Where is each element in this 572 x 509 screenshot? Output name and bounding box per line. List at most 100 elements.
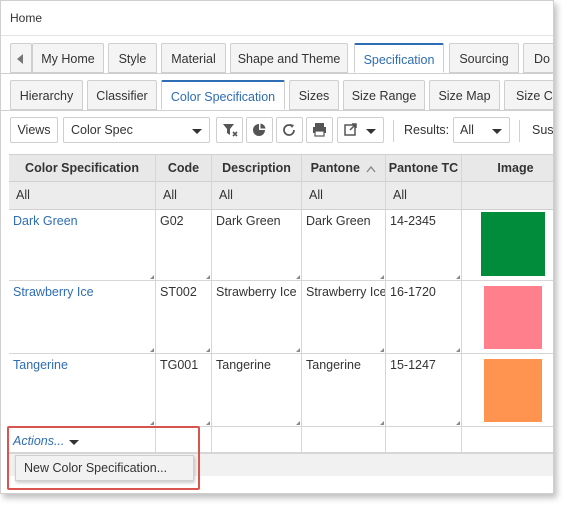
subtab-classifier[interactable]: Classifier <box>87 80 157 110</box>
table-row[interactable]: Tangerine TG001 Tangerine Tangerine 15-1… <box>9 354 553 427</box>
resize-handle-icon <box>150 421 154 425</box>
column-header-label: Description <box>222 161 291 175</box>
resize-handle-icon <box>456 348 460 352</box>
resize-handle-icon <box>296 421 300 425</box>
image-cell <box>462 210 553 280</box>
tab-my-home[interactable]: My Home <box>32 43 104 73</box>
resize-handle-icon <box>380 421 384 425</box>
color-swatch[interactable] <box>484 359 542 422</box>
column-header-pantone-tc[interactable]: Pantone TC <box>386 155 462 182</box>
results-value: All <box>460 123 474 137</box>
annotation-highlight-box <box>7 426 200 490</box>
resize-handle-icon <box>456 421 460 425</box>
cell-text: Dark Green <box>13 214 78 228</box>
color-swatch[interactable] <box>481 212 545 276</box>
resize-handle-icon <box>296 348 300 352</box>
pantone-tc-cell: 14-2345 <box>386 210 462 280</box>
cell-text: TG001 <box>160 358 199 372</box>
grid-toolbar: Views Color Spec Results: All Sus <box>1 117 553 147</box>
subtab-hierarchy[interactable]: Hierarchy <box>10 80 83 110</box>
export-button[interactable] <box>337 117 384 143</box>
chart-button[interactable] <box>246 117 273 143</box>
subtab-color-specification[interactable]: Color Specification <box>161 80 285 110</box>
tab-label: Sizes <box>298 89 330 103</box>
views-button[interactable]: Views <box>10 117 58 143</box>
tab-label: Shape and Theme <box>237 52 341 66</box>
description-cell: Tangerine <box>212 354 302 426</box>
cell-text: Tangerine <box>216 358 271 372</box>
tab-label: Sourcing <box>459 52 509 66</box>
tab-material[interactable]: Material <box>161 43 226 73</box>
cell-text: Dark Green <box>306 214 371 228</box>
filter-pantone[interactable]: All <box>302 182 386 209</box>
subtab-truncated[interactable]: Size C <box>504 80 553 110</box>
refresh-button[interactable] <box>276 117 303 143</box>
clear-filter-button[interactable] <box>216 117 243 143</box>
column-header-pantone[interactable]: Pantone <box>302 155 386 182</box>
color-spec-link[interactable]: Tangerine <box>9 354 156 426</box>
pantone-cell: Tangerine <box>302 354 386 426</box>
subtab-size-range[interactable]: Size Range <box>343 80 425 110</box>
color-spec-link[interactable]: Strawberry Ice <box>9 281 156 353</box>
tab-shape-and-theme[interactable]: Shape and Theme <box>230 43 348 73</box>
resize-handle-icon <box>206 421 210 425</box>
pantone-cell: Strawberry Ice <box>302 281 386 353</box>
resize-handle-icon <box>296 275 300 279</box>
print-button[interactable] <box>306 117 333 143</box>
filter-description[interactable]: All <box>212 182 302 209</box>
tab-label: Classifier <box>96 89 148 103</box>
tab-label: Do <box>534 52 550 66</box>
pantone-tc-cell: 15-1247 <box>386 354 462 426</box>
subtab-size-map[interactable]: Size Map <box>429 80 500 110</box>
tab-truncated[interactable]: Do <box>523 43 553 73</box>
chevron-left-icon <box>17 54 23 64</box>
pantone-tc-cell: 16-1720 <box>386 281 462 353</box>
resize-handle-icon <box>380 275 384 279</box>
column-header-label: Pantone TC <box>388 161 459 175</box>
code-cell: G02 <box>156 210 212 280</box>
subtab-sizes[interactable]: Sizes <box>289 80 339 110</box>
cell-text: 16-1720 <box>390 285 436 299</box>
views-label: Views <box>17 123 51 137</box>
chevron-down-icon <box>192 129 202 134</box>
tab-label: Size Range <box>351 89 417 103</box>
tab-specification[interactable]: Specification <box>354 43 444 73</box>
main-tab-bar: My Home Style Material Shape and Theme S… <box>1 43 553 75</box>
chevron-down-icon <box>366 129 376 134</box>
filter-color-specification[interactable]: All <box>9 182 156 209</box>
cell-text: Strawberry Ice <box>13 285 94 299</box>
resize-handle-icon <box>380 348 384 352</box>
tab-label: Size Map <box>438 89 491 103</box>
table-row[interactable]: Strawberry Ice ST002 Strawberry Ice Stra… <box>9 281 553 354</box>
view-select[interactable]: Color Spec <box>63 117 210 143</box>
filter-pantone-tc[interactable]: All <box>386 182 462 209</box>
table-row[interactable]: Dark Green G02 Dark Green Dark Green 14-… <box>9 210 553 281</box>
tab-label: Style <box>118 52 147 66</box>
tab-label: Color Specification <box>170 90 276 104</box>
chevron-down-icon <box>492 129 502 134</box>
filter-code[interactable]: All <box>156 182 212 209</box>
tab-style[interactable]: Style <box>108 43 157 73</box>
results-select[interactable]: All <box>453 117 510 143</box>
tab-sourcing[interactable]: Sourcing <box>449 43 519 73</box>
column-header-color-specification[interactable]: Color Specification <box>9 155 156 182</box>
resize-handle-icon <box>150 275 154 279</box>
column-header-description[interactable]: Description <box>212 155 302 182</box>
print-icon <box>313 123 326 137</box>
tab-label: Hierarchy <box>19 89 74 103</box>
color-swatch[interactable] <box>484 286 542 349</box>
column-header-code[interactable]: Code <box>156 155 212 182</box>
color-spec-link[interactable]: Dark Green <box>9 210 156 280</box>
tab-label: Specification <box>363 53 435 67</box>
footer-cell <box>462 427 553 452</box>
cell-text: Tangerine <box>13 358 68 372</box>
tab-label: Size C <box>516 89 553 103</box>
window-title: Home <box>10 11 43 25</box>
toolbar-divider <box>519 120 520 142</box>
footer-cell <box>302 427 386 452</box>
resize-handle-icon <box>456 275 460 279</box>
column-header-image[interactable]: Image <box>462 155 553 182</box>
toolbar-divider <box>393 120 394 142</box>
tab-scroll-left[interactable] <box>10 43 32 73</box>
filter-value: All <box>163 188 177 202</box>
